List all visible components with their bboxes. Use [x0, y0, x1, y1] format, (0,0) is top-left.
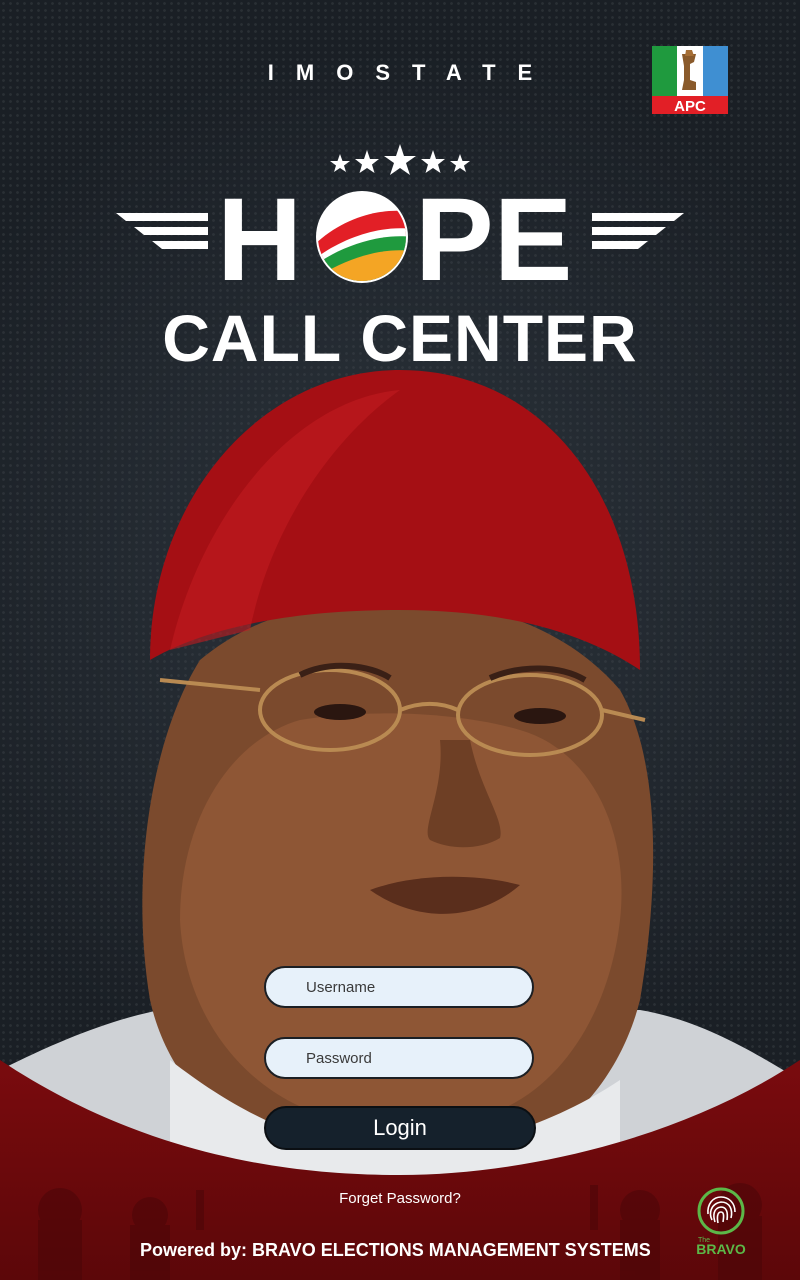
fingerprint-icon: The BRAVO	[696, 1187, 746, 1257]
left-wings	[116, 213, 208, 249]
hope-letter-h: H	[217, 185, 302, 285]
login-button[interactable]: Login	[264, 1106, 536, 1150]
hope-letters-pe: PE	[415, 185, 572, 285]
apc-logo-icon: APC	[652, 46, 728, 114]
stars-icon	[330, 144, 470, 175]
powered-by-text: Powered by: BRAVO ELECTIONS MANAGEMENT S…	[140, 1240, 651, 1260]
bravo-logo-text: BRAVO	[696, 1241, 746, 1257]
apc-logo-text: APC	[674, 98, 706, 114]
hope-logo: H PE	[116, 185, 684, 285]
hope-globe-o	[316, 191, 408, 283]
forgot-password-link[interactable]: Forget Password?	[0, 1190, 800, 1207]
right-wings	[592, 213, 684, 249]
password-input[interactable]	[264, 1037, 534, 1079]
username-input[interactable]	[264, 966, 534, 1008]
